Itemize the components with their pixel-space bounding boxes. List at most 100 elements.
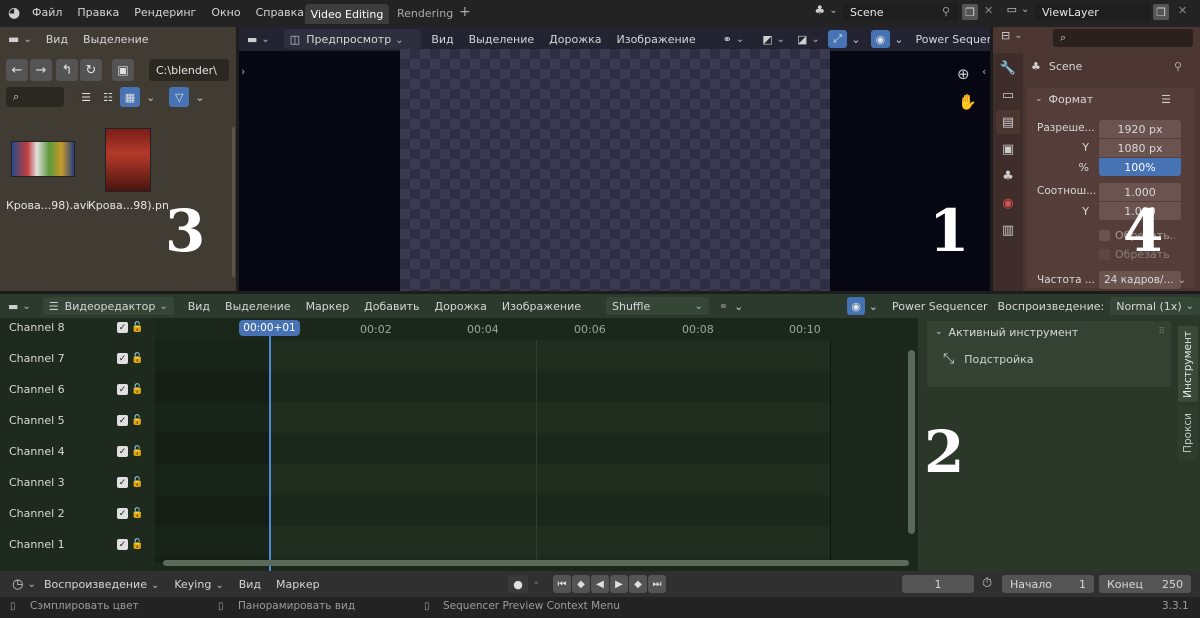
file-item-avi[interactable]: Крова...98).avi <box>6 127 89 212</box>
lock-icon[interactable]: 🔓 <box>131 508 143 519</box>
seq-menu-marker[interactable]: Маркер <box>306 300 350 313</box>
tab-rendering[interactable]: Rendering <box>397 7 453 20</box>
tl-menu-view[interactable]: Вид <box>239 578 261 591</box>
view-layer-tab-icon[interactable]: ▣ <box>996 137 1020 161</box>
editor-type-icon[interactable]: ⊟ <box>1001 29 1023 42</box>
output-tab-icon[interactable]: ▤ <box>996 110 1020 134</box>
power-sequencer-menu[interactable]: Power Sequencer <box>892 300 988 313</box>
editor-type-icon[interactable]: ▬ <box>8 32 32 46</box>
mute-checkbox[interactable]: ✓ <box>117 353 128 364</box>
new-folder-icon[interactable]: ▣ <box>112 59 134 81</box>
new-scene-icon[interactable]: ❐ <box>962 4 978 20</box>
preview-menu-image[interactable]: Изображение <box>617 33 696 46</box>
menu-help[interactable]: Справка <box>256 6 304 19</box>
fb-menu-select[interactable]: Выделение <box>83 33 149 46</box>
props-search-input[interactable]: ⌕ <box>1053 29 1193 47</box>
mute-checkbox[interactable]: ✓ <box>117 446 128 457</box>
mute-checkbox[interactable]: ✓ <box>117 384 128 395</box>
scene-name-field[interactable]: Scene <box>843 3 958 21</box>
collection-tab-icon[interactable]: ▥ <box>996 218 1020 242</box>
lock-icon[interactable]: 🔓 <box>131 353 143 364</box>
lock-icon[interactable]: 🔓 <box>131 539 143 550</box>
active-tool-row[interactable]: ⤡ Подстройка <box>927 351 1171 367</box>
mute-checkbox[interactable]: ✓ <box>117 508 128 519</box>
chevron-down-icon[interactable]: ⌄ <box>894 33 903 46</box>
props-editor-type[interactable]: ⊟ <box>1001 29 1023 42</box>
chevron-down-icon[interactable]: ⌄ <box>851 33 860 46</box>
preset-list-icon[interactable]: ☰ <box>1161 93 1171 106</box>
editor-type-icon[interactable]: ▬ <box>247 33 270 46</box>
drag-handle-icon[interactable]: ⠿ <box>1158 327 1165 337</box>
playhead-time-badge[interactable]: 00:00+01 <box>239 320 300 336</box>
horizontal-list-icon[interactable]: ☷ <box>98 87 118 107</box>
render-tab-icon[interactable]: ▭ <box>996 83 1020 107</box>
menu-edit[interactable]: Правка <box>77 6 119 19</box>
pin-icon[interactable]: ⚲ <box>1174 60 1182 73</box>
lock-icon[interactable]: 🔓 <box>131 477 143 488</box>
preview-menu-track[interactable]: Дорожка <box>549 33 601 46</box>
seq-menu-select[interactable]: Выделение <box>225 300 291 313</box>
view-type-dropdown[interactable]: ◫ Предпросмотр <box>283 29 422 49</box>
sequencer-timeline[interactable]: 00:02 00:04 00:06 00:08 00:10 00:00+01 C… <box>0 318 918 571</box>
frame-end-field[interactable]: Конец 250 <box>1099 575 1191 593</box>
horizontal-scrollbar[interactable] <box>163 560 909 566</box>
preview-canvas[interactable] <box>400 49 830 291</box>
link-icon[interactable]: ⚭ <box>723 33 745 46</box>
record-icon[interactable]: ● <box>508 575 528 593</box>
preview-menu-select[interactable]: Выделение <box>469 33 535 46</box>
active-tool-header[interactable]: ⌄ Активный инструмент ⠿ <box>927 321 1171 343</box>
forward-icon[interactable]: → <box>30 59 52 81</box>
scene-icon[interactable]: ♣ <box>812 3 840 17</box>
display-channels-icon[interactable]: ◩ <box>762 33 785 46</box>
timeline-editor-icon[interactable]: ◷ <box>8 577 40 592</box>
crop-render-checkbox[interactable] <box>1099 249 1110 260</box>
seq-menu-image[interactable]: Изображение <box>502 300 581 313</box>
tl-menu-keying[interactable]: Keying <box>174 578 223 591</box>
seq-menu-add[interactable]: Добавить <box>364 300 419 313</box>
zoom-icon[interactable]: ⊕ <box>957 65 970 83</box>
world-tab-icon[interactable]: ◉ <box>996 191 1020 215</box>
menu-render[interactable]: Рендеринг <box>134 6 196 19</box>
shuffle-dropdown[interactable]: Shuffle <box>606 297 709 315</box>
channel-name[interactable]: Channel 3 <box>9 476 117 489</box>
play-reverse-icon[interactable]: ◀ <box>591 575 609 593</box>
tab-proxy[interactable]: Прокси <box>1178 406 1198 460</box>
resolution-percent-field[interactable]: 100% <box>1099 158 1181 176</box>
tl-menu-marker[interactable]: Маркер <box>276 578 320 591</box>
mute-checkbox[interactable]: ✓ <box>117 477 128 488</box>
next-keyframe-icon[interactable]: ◆ <box>629 575 647 593</box>
mute-checkbox[interactable]: ✓ <box>117 322 128 333</box>
scrollbar[interactable] <box>232 127 235 277</box>
collapse-arrow-icon[interactable]: ‹ <box>982 65 986 78</box>
add-workspace-icon[interactable]: + <box>459 4 471 20</box>
menu-window[interactable]: Окно <box>211 6 240 19</box>
chevron-down-icon[interactable]: ⌄ <box>146 91 155 104</box>
channel-name[interactable]: Channel 8 <box>9 321 117 334</box>
lock-icon[interactable]: 🔓 <box>131 322 143 333</box>
channel-name[interactable]: Channel 7 <box>9 352 117 365</box>
overlay-icon[interactable]: ◪ <box>797 33 820 46</box>
overlays-icon[interactable]: ◉ <box>870 30 891 48</box>
lock-icon[interactable]: 🔓 <box>131 415 143 426</box>
pin-icon[interactable]: ⚲ <box>942 5 950 18</box>
lock-icon[interactable]: 🔓 <box>131 384 143 395</box>
parent-dir-icon[interactable]: ↰ <box>56 59 78 81</box>
tl-menu-playback[interactable]: Воспроизведение <box>44 578 159 591</box>
seq-menu-track[interactable]: Дорожка <box>435 300 487 313</box>
gizmo-icon[interactable]: ⤢ <box>827 30 848 48</box>
tool-tab-icon[interactable]: 🔧 <box>996 56 1020 80</box>
pan-hand-icon[interactable]: ✋ <box>958 93 977 111</box>
resolution-x-field[interactable]: 1920 px <box>1099 120 1181 138</box>
viewlayer-icon[interactable]: ▭ <box>1004 3 1032 16</box>
scene-selector[interactable]: ♣ <box>812 3 840 17</box>
lock-icon[interactable]: 🔓 <box>131 446 143 457</box>
prev-keyframe-icon[interactable]: ◆ <box>572 575 590 593</box>
channel-name[interactable]: Channel 4 <box>9 445 117 458</box>
playback-speed-dropdown[interactable]: Normal (1x) <box>1110 297 1200 315</box>
chevron-down-icon[interactable]: ⌄ <box>734 300 743 313</box>
format-panel-header[interactable]: ⌄ Формат ☰ <box>1027 88 1195 110</box>
playhead-line[interactable] <box>269 336 271 571</box>
stopwatch-icon[interactable]: ⏱ <box>982 576 992 591</box>
channel-name[interactable]: Channel 2 <box>9 507 117 520</box>
viewlayer-selector[interactable]: ▭ <box>1004 3 1032 16</box>
